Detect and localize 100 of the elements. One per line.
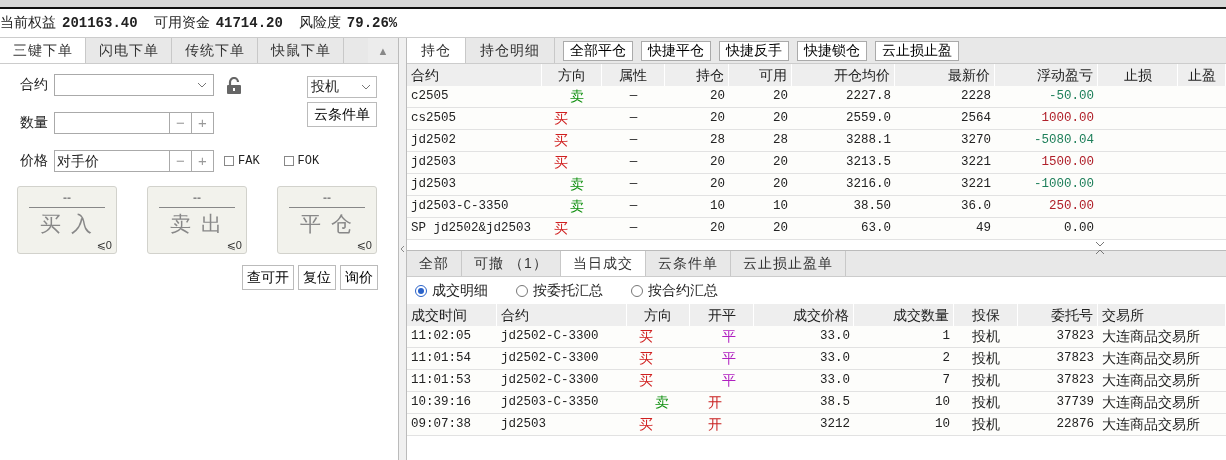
action-button[interactable]: 复位 — [298, 265, 336, 290]
column-header[interactable]: 开仓均价 — [792, 64, 895, 86]
table-cell: 开 — [690, 392, 754, 414]
table-cell: 卖 — [542, 174, 602, 196]
table-cell: jd2502 — [407, 130, 542, 152]
action-button[interactable]: 询价 — [340, 265, 378, 290]
table-cell: 20 — [729, 152, 792, 174]
contract-dropdown[interactable] — [54, 74, 214, 96]
table-cell: 20 — [729, 174, 792, 196]
table-cell: -1000.00 — [995, 174, 1098, 196]
account-label: 可用资金 — [153, 14, 210, 32]
table-cell: 卖 — [542, 196, 602, 218]
order-tab[interactable]: 三键下单 — [0, 38, 86, 63]
chevron-down-icon[interactable] — [1095, 241, 1105, 247]
radio-label[interactable]: 成交明细 — [432, 281, 488, 300]
table-cell: jd2502-C-3300 — [497, 326, 627, 348]
trade-button[interactable]: -- 买 入 ⩽0 — [17, 186, 117, 254]
table-cell: 投机 — [954, 370, 1018, 392]
table-cell: 投机 — [954, 326, 1018, 348]
hedge-dropdown[interactable]: 投机 — [307, 76, 377, 98]
column-header[interactable]: 浮动盈亏 — [995, 64, 1098, 86]
column-header[interactable]: 止损 — [1098, 64, 1178, 86]
account-value: 41714.20 — [215, 15, 283, 31]
table-cell: 37823 — [1018, 370, 1098, 392]
table-cell: 1000.00 — [995, 108, 1098, 130]
table-cell: 平 — [690, 348, 754, 370]
quick-button[interactable]: 云止损止盈 — [875, 41, 959, 61]
unlock-icon[interactable] — [226, 76, 242, 94]
table-cell: 投机 — [954, 392, 1018, 414]
table-cell: 买 — [627, 348, 690, 370]
column-header[interactable]: 开平 — [690, 304, 754, 326]
table-cell: jd2503 — [407, 152, 542, 174]
table-cell: 3221 — [895, 152, 995, 174]
order-list-tab[interactable]: 当日成交 — [560, 251, 646, 276]
quick-button[interactable]: 快捷平仓 — [641, 41, 711, 61]
order-type-checkbox[interactable]: FOK — [283, 154, 320, 168]
table-cell: 1 — [854, 326, 954, 348]
radio-label[interactable]: 按合约汇总 — [648, 281, 718, 300]
column-header[interactable]: 属性 — [602, 64, 665, 86]
table-cell: — — [602, 152, 665, 174]
table-cell: 开 — [690, 414, 754, 436]
trade-button[interactable]: -- 平 仓 ⩽0 — [277, 186, 377, 254]
table-cell: 11:01:53 — [407, 370, 497, 392]
column-header[interactable]: 方向 — [627, 304, 690, 326]
table-cell: 37739 — [1018, 392, 1098, 414]
table-cell: 20 — [729, 218, 792, 240]
table-cell: — — [602, 130, 665, 152]
column-header[interactable]: 止盈 — [1178, 64, 1226, 86]
column-header[interactable]: 交易所 — [1098, 304, 1226, 326]
order-type-checkbox[interactable]: FAK — [224, 154, 260, 168]
table-cell: 38.50 — [792, 196, 895, 218]
table-cell: 3216.0 — [792, 174, 895, 196]
table-cell: 3212 — [754, 414, 854, 436]
table-cell: 2227.8 — [792, 86, 895, 108]
column-header[interactable]: 成交价格 — [754, 304, 854, 326]
table-cell: 7 — [854, 370, 954, 392]
trade-button[interactable]: -- 卖 出 ⩽0 — [147, 186, 247, 254]
quick-button[interactable]: 快捷反手 — [719, 41, 789, 61]
action-button[interactable]: 查可开 — [242, 265, 294, 290]
table-cell: 卖 — [542, 86, 602, 108]
table-cell: jd2503 — [407, 174, 542, 196]
table-cell: jd2502-C-3300 — [497, 348, 627, 370]
column-header[interactable]: 委托号 — [1018, 304, 1098, 326]
table-cell: 10 — [854, 414, 954, 436]
table-cell — [1178, 196, 1226, 218]
table-cell: 63.0 — [792, 218, 895, 240]
table-cell: 33.0 — [754, 348, 854, 370]
table-cell: jd2503-C-3350 — [407, 196, 542, 218]
column-header[interactable]: 可用 — [729, 64, 792, 86]
column-header[interactable]: 合约 — [497, 304, 627, 326]
column-header[interactable]: 持仓 — [665, 64, 729, 86]
quick-button[interactable]: 快捷锁仓 — [797, 41, 867, 61]
table-cell: 买 — [542, 130, 602, 152]
table-cell — [1178, 152, 1226, 174]
table-cell — [1178, 108, 1226, 130]
table-cell: 37823 — [1018, 326, 1098, 348]
quick-button[interactable]: 全部平仓 — [563, 41, 633, 61]
table-cell: — — [602, 196, 665, 218]
table-cell: 3270 — [895, 130, 995, 152]
position-tab[interactable]: 持仓 — [407, 38, 466, 63]
table-cell: 20 — [665, 174, 729, 196]
table-cell: 20 — [665, 108, 729, 130]
column-header[interactable]: 成交时间 — [407, 304, 497, 326]
field-label: 合约 — [20, 76, 48, 94]
chevron-down-icon[interactable] — [361, 84, 371, 90]
chevron-down-icon[interactable] — [197, 82, 207, 88]
chevron-left-icon[interactable] — [400, 245, 405, 253]
column-header[interactable]: 方向 — [542, 64, 602, 86]
column-header[interactable]: 投保 — [954, 304, 1018, 326]
cloud-condition-button[interactable]: 云条件单 — [307, 102, 377, 127]
radio-label[interactable]: 按委托汇总 — [533, 281, 603, 300]
table-cell: c2505 — [407, 86, 542, 108]
field-label: 价格 — [20, 152, 48, 170]
table-cell — [1178, 174, 1226, 196]
table-cell: 买 — [627, 326, 690, 348]
column-header[interactable]: 成交数量 — [854, 304, 954, 326]
table-cell: 28 — [665, 130, 729, 152]
column-header[interactable]: 合约 — [407, 64, 542, 86]
table-cell: 大连商品交易所 — [1098, 326, 1226, 348]
column-header[interactable]: 最新价 — [895, 64, 995, 86]
